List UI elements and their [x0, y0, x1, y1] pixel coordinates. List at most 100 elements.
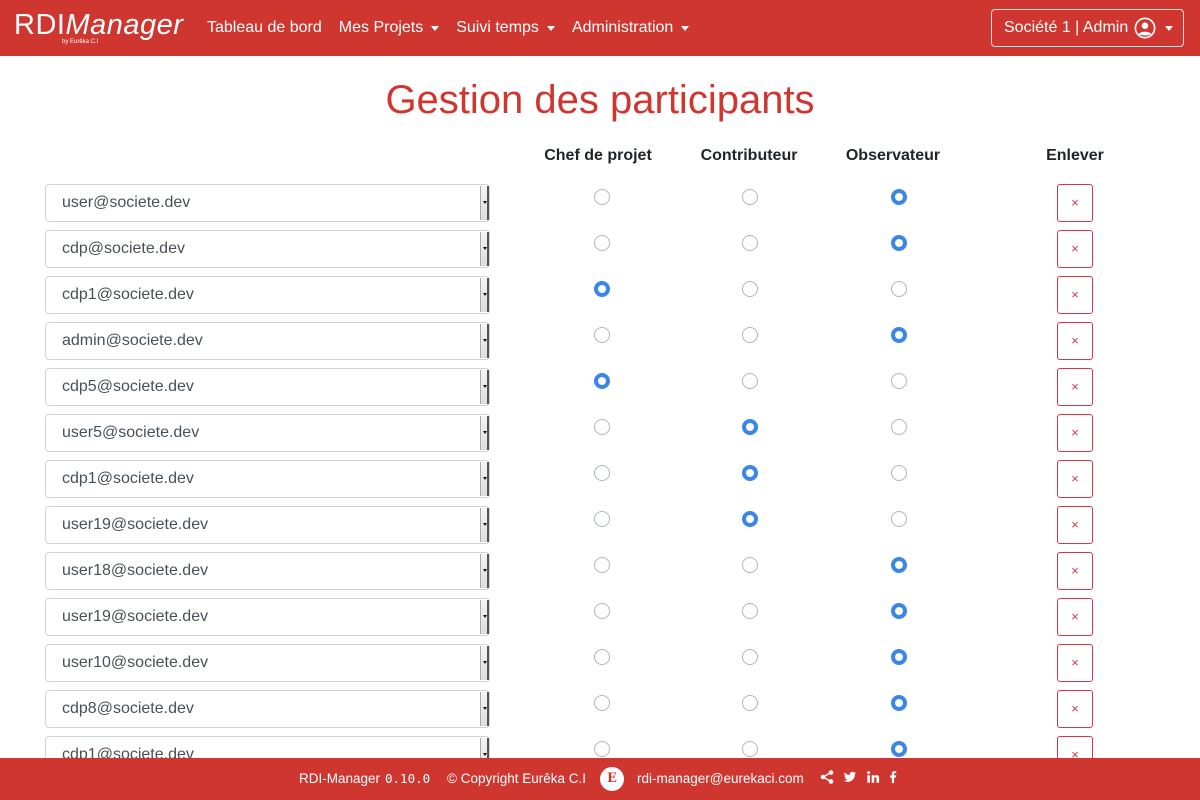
- participant-select[interactable]: cdp8@societe.dev: [45, 690, 490, 728]
- participant-select[interactable]: user18@societe.dev: [45, 552, 490, 590]
- select-arrow-icon[interactable]: [480, 324, 489, 358]
- remove-participant-button[interactable]: ×: [1057, 460, 1093, 498]
- radio-observateur[interactable]: [891, 649, 907, 665]
- radio-observateur[interactable]: [891, 189, 907, 205]
- select-arrow-icon[interactable]: [480, 554, 489, 588]
- radio-contributeur[interactable]: [742, 189, 758, 205]
- radio-observateur[interactable]: [891, 419, 907, 435]
- radio-contributeur[interactable]: [742, 419, 758, 435]
- radio-chef[interactable]: [594, 649, 610, 665]
- remove-participant-button[interactable]: ×: [1057, 322, 1093, 360]
- twitter-icon[interactable]: [843, 769, 857, 785]
- participant-email: cdp1@societe.dev: [62, 746, 194, 758]
- nav-tableau-de-bord[interactable]: Tableau de bord: [207, 19, 322, 37]
- participant-select[interactable]: user@societe.dev: [45, 184, 490, 222]
- remove-participant-button[interactable]: ×: [1057, 506, 1093, 544]
- radio-contributeur[interactable]: [742, 511, 758, 527]
- select-arrow-icon[interactable]: [480, 278, 489, 312]
- radio-contributeur[interactable]: [742, 649, 758, 665]
- remove-participant-button[interactable]: ×: [1057, 184, 1093, 222]
- radio-chef[interactable]: [594, 189, 610, 205]
- radio-contributeur[interactable]: [742, 327, 758, 343]
- remove-participant-button[interactable]: ×: [1057, 368, 1093, 406]
- select-arrow-icon[interactable]: [480, 370, 489, 404]
- participant-select[interactable]: cdp1@societe.dev: [45, 276, 490, 314]
- remove-participant-button[interactable]: ×: [1057, 230, 1093, 268]
- facebook-icon[interactable]: [886, 769, 900, 785]
- nav-administration[interactable]: Administration: [572, 19, 690, 37]
- select-arrow-icon[interactable]: [480, 416, 489, 450]
- select-arrow-icon[interactable]: [480, 738, 489, 758]
- participant-row: user10@societe.dev ×: [0, 644, 1200, 682]
- participant-select[interactable]: user19@societe.dev: [45, 598, 490, 636]
- participant-row: user19@societe.dev ×: [0, 598, 1200, 636]
- select-arrow-icon[interactable]: [480, 692, 489, 726]
- radio-chef[interactable]: [594, 281, 610, 297]
- radio-contributeur[interactable]: [742, 695, 758, 711]
- share-icon[interactable]: [820, 769, 834, 785]
- remove-participant-button[interactable]: ×: [1057, 552, 1093, 590]
- radio-observateur[interactable]: [891, 695, 907, 711]
- radio-observateur[interactable]: [891, 741, 907, 757]
- radio-observateur[interactable]: [891, 373, 907, 389]
- radio-contributeur[interactable]: [742, 557, 758, 573]
- linkedin-icon[interactable]: [866, 769, 880, 785]
- column-header-observateur: Observateur: [845, 147, 941, 164]
- participant-select[interactable]: cdp5@societe.dev: [45, 368, 490, 406]
- radio-chef[interactable]: [594, 235, 610, 251]
- radio-contributeur[interactable]: [742, 603, 758, 619]
- select-arrow-icon[interactable]: [480, 232, 489, 266]
- footer-email-link[interactable]: rdi-manager@eurekaci.com: [637, 770, 804, 788]
- participant-row: user@societe.dev ×: [0, 184, 1200, 222]
- remove-participant-button[interactable]: ×: [1057, 276, 1093, 314]
- account-menu-button[interactable]: Société 1 | Admin: [991, 9, 1184, 47]
- select-arrow-icon[interactable]: [480, 186, 489, 220]
- radio-chef[interactable]: [594, 511, 610, 527]
- caret-down-icon: [546, 25, 555, 31]
- radio-observateur[interactable]: [891, 327, 907, 343]
- participant-email: admin@societe.dev: [62, 332, 203, 349]
- radio-chef[interactable]: [594, 373, 610, 389]
- caret-down-icon: [1165, 25, 1174, 31]
- radio-observateur[interactable]: [891, 465, 907, 481]
- radio-chef[interactable]: [594, 327, 610, 343]
- select-arrow-icon[interactable]: [480, 462, 489, 496]
- nav-suivi-temps[interactable]: Suivi temps: [456, 19, 555, 37]
- select-arrow-icon[interactable]: [480, 508, 489, 542]
- remove-participant-button[interactable]: ×: [1057, 598, 1093, 636]
- brand-logo[interactable]: RDIManager by Eurêka C.I: [14, 10, 184, 46]
- radio-contributeur[interactable]: [742, 465, 758, 481]
- participant-select[interactable]: user19@societe.dev: [45, 506, 490, 544]
- radio-observateur[interactable]: [891, 281, 907, 297]
- radio-chef[interactable]: [594, 465, 610, 481]
- radio-chef[interactable]: [594, 741, 610, 757]
- remove-participant-button[interactable]: ×: [1057, 736, 1093, 758]
- participant-select[interactable]: cdp1@societe.dev: [45, 460, 490, 498]
- participant-row: cdp1@societe.dev ×: [0, 736, 1200, 758]
- radio-contributeur[interactable]: [742, 235, 758, 251]
- radio-chef[interactable]: [594, 419, 610, 435]
- nav-mes-projets[interactable]: Mes Projets: [339, 19, 440, 37]
- radio-observateur[interactable]: [891, 603, 907, 619]
- participant-select[interactable]: user10@societe.dev: [45, 644, 490, 682]
- participant-select[interactable]: cdp@societe.dev: [45, 230, 490, 268]
- radio-observateur[interactable]: [891, 511, 907, 527]
- radio-contributeur[interactable]: [742, 741, 758, 757]
- participant-row: cdp8@societe.dev ×: [0, 690, 1200, 728]
- radio-observateur[interactable]: [891, 235, 907, 251]
- remove-participant-button[interactable]: ×: [1057, 414, 1093, 452]
- select-arrow-icon[interactable]: [480, 646, 489, 680]
- remove-participant-button[interactable]: ×: [1057, 690, 1093, 728]
- remove-participant-button[interactable]: ×: [1057, 644, 1093, 682]
- radio-chef[interactable]: [594, 557, 610, 573]
- radio-chef[interactable]: [594, 603, 610, 619]
- participant-row: cdp1@societe.dev ×: [0, 460, 1200, 498]
- participant-select[interactable]: user5@societe.dev: [45, 414, 490, 452]
- participant-select[interactable]: admin@societe.dev: [45, 322, 490, 360]
- radio-contributeur[interactable]: [742, 373, 758, 389]
- select-arrow-icon[interactable]: [480, 600, 489, 634]
- radio-contributeur[interactable]: [742, 281, 758, 297]
- radio-chef[interactable]: [594, 695, 610, 711]
- participant-select[interactable]: cdp1@societe.dev: [45, 736, 490, 758]
- radio-observateur[interactable]: [891, 557, 907, 573]
